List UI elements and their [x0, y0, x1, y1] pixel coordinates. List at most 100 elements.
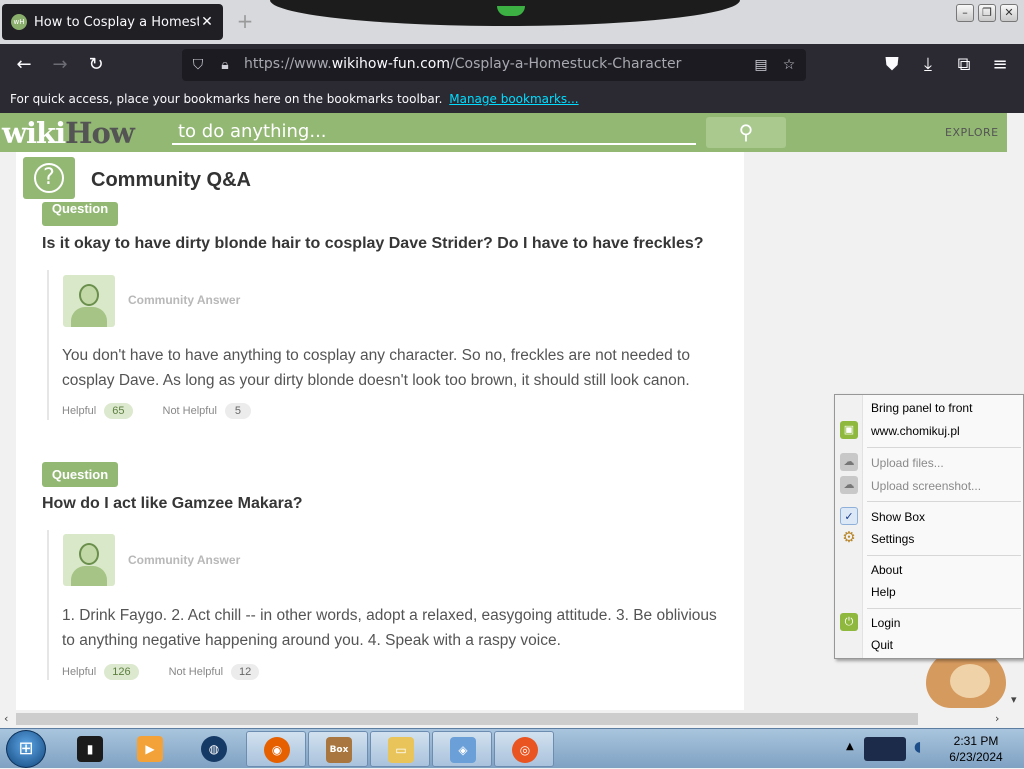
- reload-icon[interactable]: ↻: [84, 53, 108, 77]
- reader-view-icon[interactable]: ▤: [751, 55, 771, 75]
- url-bar[interactable]: ⛉ 🔒︎ https://www.wikihow-fun.com/Cosplay…: [182, 49, 806, 81]
- menu-item-settings[interactable]: Settings: [871, 532, 914, 546]
- avatar: [63, 275, 115, 327]
- url-path: /Cosplay-a-Homestuck-Character: [450, 56, 682, 72]
- answer-text: 1. Drink Faygo. 2. Act chill -- in other…: [62, 607, 717, 649]
- scroll-right-icon[interactable]: ›: [995, 712, 999, 725]
- menu-item-upload-files[interactable]: Upload files...: [871, 456, 944, 470]
- show-hidden-icons-icon[interactable]: ▲: [846, 741, 854, 752]
- question-text: How do I act like Gamzee Makara?: [42, 495, 303, 512]
- taskbar-app-media[interactable]: ▶: [120, 731, 180, 767]
- lock-icon[interactable]: 🔒︎: [215, 55, 235, 75]
- clock[interactable]: 2:31 PM 6/23/2024: [936, 733, 1016, 765]
- horizontal-scrollbar[interactable]: ‹ ›: [0, 710, 1024, 728]
- menu-item-help[interactable]: Help: [871, 585, 896, 599]
- minimize-button[interactable]: –: [956, 4, 974, 22]
- restore-button[interactable]: ❐: [978, 4, 996, 22]
- explore-link[interactable]: EXPLORE: [945, 126, 999, 139]
- start-button[interactable]: ⊞: [6, 730, 46, 768]
- wikihow-favicon-icon: wH: [11, 14, 27, 30]
- taskbar-app-terminal[interactable]: ▮: [60, 731, 120, 767]
- taskbar-app-control-panel[interactable]: ◈: [432, 731, 492, 767]
- helpful-row: Helpful 65 Not Helpful 5: [62, 403, 251, 419]
- answer-divider: [47, 270, 49, 420]
- helpful-count[interactable]: 126: [104, 664, 139, 680]
- network-icon[interactable]: [864, 737, 906, 761]
- tray-context-menu: Bring panel to front ▣ www.chomikuj.pl ☁…: [834, 394, 1024, 659]
- answer-divider: [47, 530, 49, 680]
- taskbar-app-firefox[interactable]: ◉: [246, 731, 306, 767]
- question-tag: Question: [42, 202, 118, 226]
- bookmark-star-icon[interactable]: ☆: [779, 55, 799, 75]
- bookmarks-toolbar: For quick access, place your bookmarks h…: [0, 86, 1024, 113]
- horizontal-scroll-thumb[interactable]: [16, 713, 918, 725]
- url-prefix: https://www.: [244, 56, 332, 72]
- menu-item-bring-panel-to-front[interactable]: Bring panel to front: [871, 401, 972, 415]
- menu-item-website[interactable]: www.chomikuj.pl: [871, 424, 960, 438]
- not-helpful-label: Not Helpful: [168, 666, 224, 678]
- menu-item-about[interactable]: About: [871, 563, 902, 577]
- search-input[interactable]: to do anything...: [172, 119, 696, 145]
- wikihow-logo[interactable]: wikiHow: [2, 116, 135, 150]
- clock-date: 6/23/2024: [949, 750, 1003, 764]
- pocket-icon[interactable]: ⛊: [880, 53, 904, 77]
- speaker-icon[interactable]: ◖: [914, 739, 921, 755]
- scroll-down-icon[interactable]: ▾: [1011, 693, 1017, 706]
- extensions-icon[interactable]: ⧉: [952, 53, 976, 77]
- globe-icon: ◍: [201, 736, 227, 762]
- not-helpful-count[interactable]: 12: [231, 664, 260, 680]
- checkmark-icon: ✓: [840, 507, 858, 525]
- taskbar-app-explorer[interactable]: ▭: [370, 731, 430, 767]
- helpful-row: Helpful 126 Not Helpful 12: [62, 664, 260, 680]
- media-player-icon: ▶: [137, 736, 163, 762]
- taskbar-app-chomikbox[interactable]: Box: [308, 731, 368, 767]
- tab-title: How to Cosplay a Homestuck C: [34, 14, 199, 30]
- section-title: Community Q&A: [91, 169, 251, 191]
- tab-active[interactable]: wH How to Cosplay a Homestuck C ✕: [2, 4, 223, 40]
- control-panel-icon: ◈: [450, 737, 476, 763]
- answer-text: You don't have to have anything to cospl…: [62, 347, 690, 389]
- close-tab-icon[interactable]: ✕: [199, 14, 215, 30]
- question-mark-icon: ?: [23, 157, 75, 199]
- clock-time: 2:31 PM: [953, 734, 999, 748]
- forward-icon[interactable]: →: [48, 53, 72, 77]
- article-body: ? Community Q&A Question Is it okay to h…: [16, 152, 744, 710]
- shield-icon[interactable]: ⛉: [188, 55, 208, 75]
- answer-label: Community Answer: [128, 553, 241, 567]
- answer-label: Community Answer: [128, 293, 241, 307]
- back-icon[interactable]: ←: [12, 53, 36, 77]
- menu-item-quit[interactable]: Quit: [871, 638, 893, 652]
- folder-icon: ▭: [388, 737, 414, 763]
- new-tab-button[interactable]: +: [235, 10, 255, 32]
- helpful-count[interactable]: 65: [104, 403, 133, 419]
- not-helpful-count[interactable]: 5: [224, 403, 251, 419]
- avatar: [63, 534, 115, 586]
- ubuntu-icon: ◎: [512, 737, 538, 763]
- upload-screenshot-icon: ☁: [840, 476, 858, 494]
- bookmarks-hint: For quick access, place your bookmarks h…: [10, 92, 443, 106]
- wikihow-header: wikiHow to do anything... ⚲ EXPLORE: [0, 113, 1007, 152]
- helpful-label: Helpful: [62, 405, 97, 417]
- chomikbox-icon: Box: [326, 737, 352, 763]
- not-helpful-label: Not Helpful: [162, 405, 217, 417]
- search-button[interactable]: ⚲: [706, 117, 786, 148]
- scroll-left-icon[interactable]: ‹: [4, 712, 8, 725]
- gear-icon: ⚙: [842, 529, 856, 546]
- close-window-button[interactable]: ✕: [1000, 4, 1018, 22]
- taskbar-app-ubuntu[interactable]: ◎: [494, 731, 554, 767]
- menu-item-login[interactable]: Login: [871, 616, 900, 630]
- taskbar-app-globe[interactable]: ◍: [184, 731, 244, 767]
- logo-wiki: wiki: [2, 116, 66, 150]
- menu-separator: [867, 555, 1021, 556]
- terminal-icon: ▮: [77, 736, 103, 762]
- lock-icon: ▣: [840, 421, 858, 439]
- manage-bookmarks-link[interactable]: Manage bookmarks...: [449, 92, 578, 106]
- menu-separator: [867, 447, 1021, 448]
- url-text[interactable]: https://www.wikihow-fun.com/Cosplay-a-Ho…: [244, 56, 681, 72]
- menu-icon[interactable]: ≡: [988, 53, 1012, 77]
- question-tag: Question: [42, 462, 118, 487]
- downloads-icon[interactable]: ⤓: [916, 53, 940, 77]
- menu-item-show-box[interactable]: Show Box: [871, 510, 925, 524]
- menu-item-upload-screenshot[interactable]: Upload screenshot...: [871, 479, 981, 493]
- url-host: wikihow-fun.com: [331, 56, 451, 72]
